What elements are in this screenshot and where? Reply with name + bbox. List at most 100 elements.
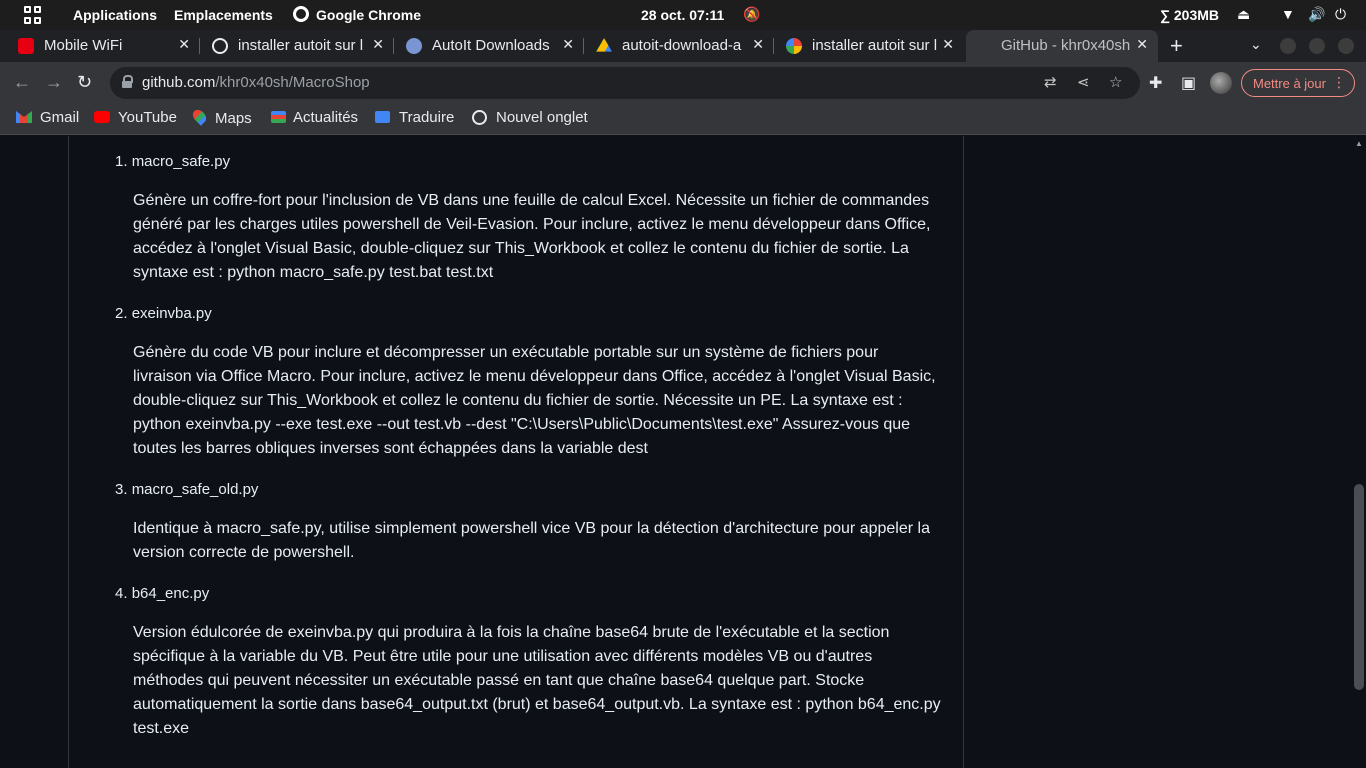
- wifi-icon[interactable]: ▼: [1281, 6, 1295, 22]
- address-bar[interactable]: github.com/khr0x40sh/MacroShop ⇄ ⋖ ☆: [110, 67, 1140, 99]
- window-maximize-icon[interactable]: [1309, 38, 1325, 54]
- reload-icon[interactable]: ↻: [77, 72, 92, 93]
- new-tab-plus-icon[interactable]: +: [1170, 33, 1183, 59]
- item-title: macro_safe.py: [131, 153, 231, 170]
- notifications-muted-icon: 🔕: [743, 6, 761, 22]
- reading-list-icon[interactable]: ▣: [1181, 73, 1196, 93]
- globe-icon: [472, 110, 487, 125]
- bookmark-label: Gmail: [40, 109, 80, 126]
- list-number: 1. macro_safe.py: [115, 153, 230, 170]
- autoit-icon: [406, 38, 422, 54]
- tab-title: installer autoit sur l: [812, 37, 938, 54]
- globe-icon: [212, 38, 228, 54]
- extensions-puzzle-icon[interactable]: ✚: [1149, 73, 1162, 93]
- item-num-text: 4.: [115, 585, 128, 602]
- share-icon[interactable]: ⋖: [1077, 73, 1090, 91]
- bookmark-label: Maps: [215, 110, 252, 127]
- readme-article: 1. macro_safe.py Génère un coffre-fort p…: [68, 136, 964, 768]
- google-icon: [786, 38, 802, 54]
- item-title: exeinvba.py: [131, 305, 212, 322]
- bookmark-gmail[interactable]: Gmail: [16, 109, 79, 126]
- places-menu[interactable]: Emplacements: [174, 7, 273, 23]
- profile-avatar[interactable]: [1210, 72, 1232, 94]
- url-path: /khr0x40sh/MacroShop: [215, 74, 370, 91]
- translate-icon: [375, 111, 390, 123]
- update-button[interactable]: Mettre à jour ⋮: [1241, 69, 1355, 97]
- scroll-up-arrow-icon[interactable]: ▲: [1355, 139, 1363, 148]
- url-text[interactable]: github.com/khr0x40sh/MacroShop: [142, 74, 370, 91]
- window-minimize-icon[interactable]: [1280, 38, 1296, 54]
- forward-arrow-icon[interactable]: →: [45, 72, 63, 93]
- tab-strip: Mobile WiFi ✕ installer autoit sur l ✕ A…: [0, 30, 1366, 62]
- bookmark-youtube[interactable]: YouTube: [94, 109, 177, 126]
- accessibility-icon[interactable]: ⏏: [1237, 6, 1250, 23]
- bookmark-label: Nouvel onglet: [496, 109, 588, 126]
- item-title: b64_enc.py: [131, 585, 210, 602]
- translate-page-icon[interactable]: ⇄: [1044, 73, 1057, 91]
- window-close-icon[interactable]: [1338, 38, 1354, 54]
- bookmark-label: Traduire: [399, 109, 455, 126]
- close-icon[interactable]: ✕: [752, 36, 764, 53]
- maps-icon: [190, 107, 209, 126]
- item-description: Identique à macro_safe.py, utilise simpl…: [133, 520, 930, 561]
- bookmark-maps[interactable]: Maps: [190, 107, 252, 127]
- news-icon: [271, 111, 286, 123]
- bookmark-label: YouTube: [118, 109, 177, 126]
- close-icon[interactable]: ✕: [372, 36, 384, 53]
- tab-search-chevron-icon[interactable]: ⌄: [1250, 36, 1262, 53]
- bookmark-nouvel-onglet[interactable]: Nouvel onglet: [472, 109, 588, 126]
- app-grid-icon[interactable]: [24, 6, 42, 24]
- clock[interactable]: 28 oct. 07:11: [641, 7, 724, 23]
- url-host: github.com: [142, 74, 216, 91]
- youtube-icon: [94, 111, 110, 123]
- tab-installer-autoit-2[interactable]: installer autoit sur l ✕: [768, 30, 964, 62]
- bookmark-star-icon[interactable]: ☆: [1109, 73, 1122, 91]
- item-description: Version édulcorée de exeinvba.py qui pro…: [133, 624, 941, 737]
- browser-toolbar: ← → ↻ github.com/khr0x40sh/MacroShop ⇄ ⋖…: [0, 62, 1366, 104]
- applications-menu[interactable]: Applications: [73, 7, 157, 23]
- gmail-icon: [16, 111, 32, 123]
- close-icon[interactable]: ✕: [942, 36, 954, 53]
- bookmark-actualites[interactable]: Actualités: [271, 109, 358, 126]
- bookmark-label: Actualités: [293, 109, 359, 126]
- chrome-icon: [293, 6, 309, 22]
- close-icon[interactable]: ✕: [562, 36, 574, 53]
- github-icon: [984, 38, 1000, 54]
- item-num-text: 1.: [115, 153, 128, 170]
- tab-mobile-wifi[interactable]: Mobile WiFi ✕: [0, 30, 200, 62]
- google-drive-icon: [596, 38, 612, 52]
- kebab-menu-icon[interactable]: ⋮: [1332, 74, 1346, 91]
- lock-icon[interactable]: [122, 75, 133, 88]
- tab-title: AutoIt Downloads: [432, 37, 550, 54]
- tab-autoit-download-drive[interactable]: autoit-download-a ✕: [578, 30, 774, 62]
- bookmarks-bar: Gmail YouTube Maps Actualités Traduire N…: [0, 104, 1366, 135]
- item-description: Génère un coffre-fort pour l'inclusion d…: [133, 192, 931, 281]
- tab-title: autoit-download-a: [622, 37, 742, 54]
- list-number: 4. b64_enc.py: [115, 585, 209, 602]
- back-arrow-icon[interactable]: ←: [13, 72, 31, 93]
- active-app-name[interactable]: Google Chrome: [316, 7, 421, 23]
- huawei-icon: [18, 38, 34, 54]
- tab-autoit-downloads[interactable]: AutoIt Downloads ✕: [388, 30, 584, 62]
- tab-title: installer autoit sur l: [238, 37, 364, 54]
- item-num-text: 2.: [115, 305, 128, 322]
- system-top-bar: Applications Emplacements Google Chrome …: [0, 0, 1366, 30]
- close-icon[interactable]: ✕: [178, 36, 190, 53]
- tab-title: GitHub - khr0x40sh: [1001, 37, 1131, 54]
- item-num-text: 3.: [115, 481, 128, 498]
- item-title: macro_safe_old.py: [131, 481, 259, 498]
- list-number: 2. exeinvba.py: [115, 305, 212, 322]
- tab-github-active[interactable]: GitHub - khr0x40sh ✕: [966, 30, 1158, 62]
- memory-indicator[interactable]: ∑ 203MB: [1160, 7, 1219, 23]
- tab-title: Mobile WiFi: [44, 37, 123, 54]
- close-icon[interactable]: ✕: [1136, 36, 1148, 53]
- power-icon[interactable]: ⏻: [1335, 6, 1346, 23]
- volume-icon[interactable]: 🔊: [1308, 6, 1325, 23]
- scrollbar-thumb[interactable]: [1354, 484, 1364, 690]
- web-page: 1. macro_safe.py Génère un coffre-fort p…: [0, 136, 1366, 768]
- item-description: Génère du code VB pour inclure et décomp…: [133, 344, 936, 457]
- page-scrollbar[interactable]: ▲: [1352, 136, 1366, 768]
- bookmark-traduire[interactable]: Traduire: [375, 109, 454, 126]
- list-number: 3. macro_safe_old.py: [115, 481, 258, 498]
- tab-installer-autoit-1[interactable]: installer autoit sur l ✕: [194, 30, 394, 62]
